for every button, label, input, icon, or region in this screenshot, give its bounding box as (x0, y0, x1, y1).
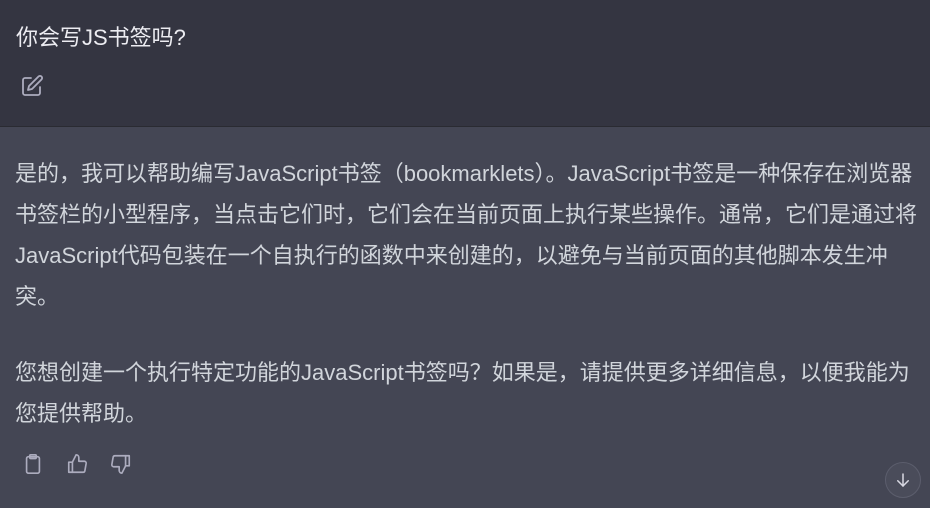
arrow-down-icon (894, 471, 912, 489)
clipboard-icon (22, 453, 44, 475)
scroll-to-bottom-button[interactable] (885, 462, 921, 498)
copy-button[interactable] (18, 449, 48, 479)
assistant-paragraph-1: 是的，我可以帮助编写JavaScript书签（bookmarklets）。Jav… (15, 161, 918, 309)
message-actions (18, 449, 136, 479)
assistant-paragraph-2: 您想创建一个执行特定功能的JavaScript书签吗？如果是，请提供更多详细信息… (15, 360, 910, 426)
thumbs-up-icon (66, 453, 88, 475)
user-message-text: 你会写JS书签吗? (16, 25, 186, 50)
thumbs-up-button[interactable] (62, 449, 92, 479)
edit-icon (20, 74, 44, 98)
thumbs-down-icon (110, 453, 132, 475)
assistant-message: 是的，我可以帮助编写JavaScript书签（bookmarklets）。Jav… (0, 127, 930, 508)
thumbs-down-button[interactable] (106, 449, 136, 479)
edit-message-button[interactable] (18, 72, 46, 100)
user-message: 你会写JS书签吗? (0, 0, 930, 127)
